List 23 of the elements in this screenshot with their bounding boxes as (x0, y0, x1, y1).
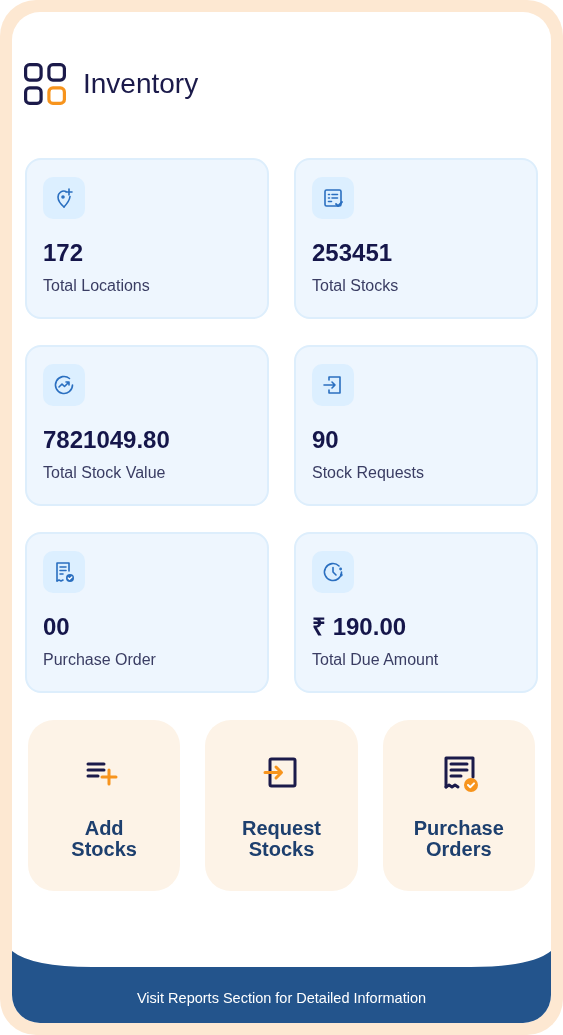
stat-label: Total Locations (43, 276, 151, 296)
footer-text: Visit Reports Section for Detailed Information (136, 989, 427, 1009)
stat-label: Total Stocks (312, 276, 400, 296)
stat-value: 172 (43, 238, 85, 268)
stat-label: Total Due Amount (312, 650, 440, 670)
stat-label: Stock Requests (312, 463, 426, 483)
stat-value: 7821049.80 (43, 425, 171, 455)
grid-logo-icon (24, 63, 66, 105)
stat-value: ₹ 190.00 (312, 612, 408, 642)
stat-value: 90 (312, 425, 340, 455)
action-button[interactable]: Purchase Orders (382, 720, 535, 891)
page-title: Inventory (83, 70, 199, 98)
stat-label: Purchase Order (43, 650, 157, 670)
checklist-icon (312, 177, 354, 219)
receipt-check-icon (43, 551, 85, 593)
action-button[interactable]: Request Stocks (205, 720, 358, 891)
stat-label: Total Stock Value (43, 463, 167, 483)
stat-value: 253451 (312, 238, 394, 268)
arrow-into-box-icon (312, 364, 354, 406)
location-pin-plus-icon (43, 177, 85, 219)
clock-icon (312, 551, 354, 593)
stat-value: 00 (43, 612, 71, 642)
action-button[interactable]: Add Stocks (28, 720, 181, 891)
